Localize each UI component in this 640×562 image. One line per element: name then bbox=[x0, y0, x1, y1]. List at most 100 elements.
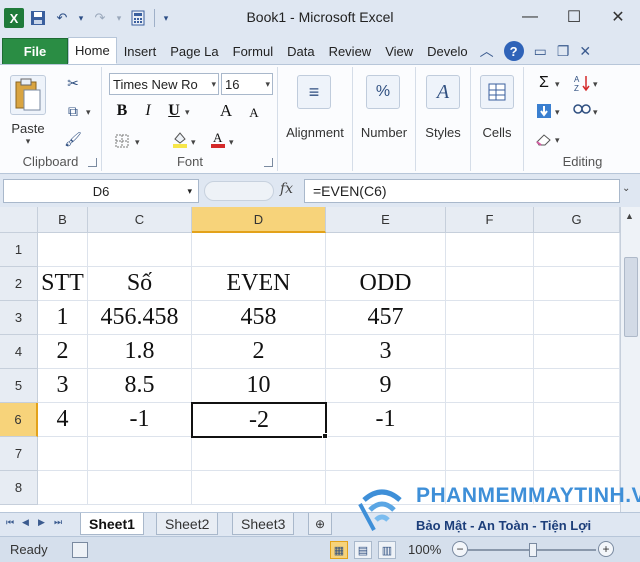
row-header-5[interactable]: 5 bbox=[0, 369, 38, 403]
cell-e7[interactable] bbox=[326, 437, 446, 471]
cell-e4[interactable]: 3 bbox=[326, 335, 446, 369]
zoom-level[interactable]: 100% bbox=[408, 542, 441, 557]
grow-font-button[interactable]: A bbox=[215, 101, 237, 121]
clear-dropdown-icon[interactable]: ▾ bbox=[555, 135, 560, 146]
cells-button[interactable]: Cells bbox=[480, 75, 514, 140]
zoom-slider-thumb[interactable] bbox=[529, 543, 537, 557]
clear-icon[interactable] bbox=[533, 129, 555, 149]
macro-record-icon[interactable] bbox=[72, 542, 88, 558]
cell-f3[interactable] bbox=[446, 301, 534, 335]
workbook-minimize-icon[interactable]: ▭ bbox=[529, 38, 552, 64]
cell-d3[interactable]: 458 bbox=[192, 301, 326, 335]
borders-dropdown-icon[interactable]: ▾ bbox=[135, 137, 140, 148]
cell-g1[interactable] bbox=[534, 233, 620, 267]
sheet-tab-2[interactable]: Sheet2 bbox=[156, 513, 219, 535]
font-color-icon[interactable]: A bbox=[207, 129, 229, 149]
formula-bar-splitter[interactable] bbox=[204, 181, 274, 201]
find-select-icon[interactable] bbox=[571, 101, 593, 121]
font-name-combo[interactable]: Times New Ro ▾ bbox=[109, 73, 219, 95]
cell-c6[interactable]: -1 bbox=[88, 403, 192, 437]
cell-d8[interactable] bbox=[192, 471, 326, 505]
cell-g5[interactable] bbox=[534, 369, 620, 403]
cell-f6[interactable] bbox=[446, 403, 534, 437]
bold-button[interactable]: B bbox=[111, 101, 133, 121]
row-header-1[interactable]: 1 bbox=[0, 233, 38, 267]
cell-d7[interactable] bbox=[192, 437, 326, 471]
row-header-6[interactable]: 6 bbox=[0, 403, 38, 437]
column-header-e[interactable]: E bbox=[326, 207, 446, 233]
styles-button[interactable]: A Styles bbox=[425, 75, 461, 140]
tab-formulas[interactable]: Formul bbox=[226, 38, 280, 64]
autosum-dropdown-icon[interactable]: ▾ bbox=[555, 79, 560, 90]
cell-d4[interactable]: 2 bbox=[192, 335, 326, 369]
column-header-b[interactable]: B bbox=[38, 207, 88, 233]
vertical-scroll-thumb[interactable] bbox=[624, 257, 638, 337]
cell-e6[interactable]: -1 bbox=[326, 403, 446, 437]
row-header-2[interactable]: 2 bbox=[0, 267, 38, 301]
cell-f1[interactable] bbox=[446, 233, 534, 267]
scroll-up-icon[interactable]: ▲ bbox=[625, 211, 634, 221]
cell-g2[interactable] bbox=[534, 267, 620, 301]
tab-page-layout[interactable]: Page La bbox=[163, 38, 225, 64]
row-header-3[interactable]: 3 bbox=[0, 301, 38, 335]
row-header-8[interactable]: 8 bbox=[0, 471, 38, 505]
tab-home[interactable]: Home bbox=[68, 37, 117, 64]
autosum-icon[interactable]: Σ bbox=[533, 73, 555, 93]
cell-c3[interactable]: 456.458 bbox=[88, 301, 192, 335]
cell-f5[interactable] bbox=[446, 369, 534, 403]
normal-view-button[interactable]: ▦ bbox=[330, 541, 348, 559]
workbook-close-icon[interactable]: ✕ bbox=[574, 38, 596, 64]
cell-e2[interactable]: ODD bbox=[326, 267, 446, 301]
format-painter-icon[interactable]: 🖌 bbox=[62, 129, 84, 149]
underline-button[interactable]: U bbox=[163, 101, 185, 121]
tab-view[interactable]: View bbox=[378, 38, 420, 64]
italic-button[interactable]: I bbox=[137, 101, 159, 121]
expand-formula-bar-icon[interactable]: ⌄ bbox=[622, 183, 630, 194]
sort-filter-icon[interactable]: AZ bbox=[571, 73, 593, 93]
cell-d1[interactable] bbox=[192, 233, 326, 267]
alignment-button[interactable]: ≡ Alignment bbox=[286, 75, 344, 140]
cell-b8[interactable] bbox=[38, 471, 88, 505]
cell-b7[interactable] bbox=[38, 437, 88, 471]
prev-sheet-icon[interactable]: ◀ bbox=[22, 517, 29, 528]
next-sheet-icon[interactable]: ▶ bbox=[38, 517, 45, 528]
help-button[interactable]: ? bbox=[499, 38, 529, 64]
column-header-f[interactable]: F bbox=[446, 207, 534, 233]
fill-dropdown-icon[interactable]: ▾ bbox=[555, 107, 560, 118]
minimize-ribbon-icon[interactable]: ︿ bbox=[475, 38, 499, 64]
zoom-out-button[interactable]: − bbox=[452, 541, 468, 557]
minimize-button[interactable]: — bbox=[508, 0, 552, 34]
fill-icon[interactable] bbox=[533, 101, 555, 121]
copy-dropdown-icon[interactable]: ▾ bbox=[86, 107, 91, 118]
cell-f4[interactable] bbox=[446, 335, 534, 369]
cell-b1[interactable] bbox=[38, 233, 88, 267]
insert-sheet-icon[interactable]: ⊕ bbox=[308, 513, 333, 535]
paste-button[interactable]: Paste ▾ bbox=[10, 75, 46, 147]
close-button[interactable]: ✕ bbox=[596, 0, 640, 34]
sheet-tab-1[interactable]: Sheet1 bbox=[80, 513, 144, 535]
tab-data[interactable]: Data bbox=[280, 38, 321, 64]
row-header-7[interactable]: 7 bbox=[0, 437, 38, 471]
calculator-icon[interactable] bbox=[128, 8, 148, 28]
tab-developer[interactable]: Develo bbox=[420, 38, 474, 64]
tab-review[interactable]: Review bbox=[322, 38, 379, 64]
cell-c2[interactable]: Số bbox=[88, 267, 192, 301]
cell-b6[interactable]: 4 bbox=[38, 403, 88, 437]
cell-g7[interactable] bbox=[534, 437, 620, 471]
tab-insert[interactable]: Insert bbox=[117, 38, 164, 64]
fill-color-dropdown-icon[interactable]: ▾ bbox=[191, 137, 196, 148]
redo-icon[interactable]: ↷ bbox=[90, 8, 110, 28]
cell-d2[interactable]: EVEN bbox=[192, 267, 326, 301]
page-break-view-button[interactable]: ▥ bbox=[378, 541, 396, 559]
workbook-restore-icon[interactable]: ❐ bbox=[552, 38, 575, 64]
maximize-button[interactable]: ☐ bbox=[552, 0, 596, 34]
sort-filter-dropdown-icon[interactable]: ▾ bbox=[593, 79, 598, 90]
column-header-c[interactable]: C bbox=[88, 207, 192, 233]
font-launcher-icon[interactable] bbox=[264, 158, 273, 167]
number-button[interactable]: % Number bbox=[361, 75, 407, 140]
insert-function-icon[interactable]: fx bbox=[280, 181, 293, 197]
cell-e5[interactable]: 9 bbox=[326, 369, 446, 403]
cell-c8[interactable] bbox=[88, 471, 192, 505]
cell-e3[interactable]: 457 bbox=[326, 301, 446, 335]
tab-file[interactable]: File bbox=[2, 38, 68, 64]
